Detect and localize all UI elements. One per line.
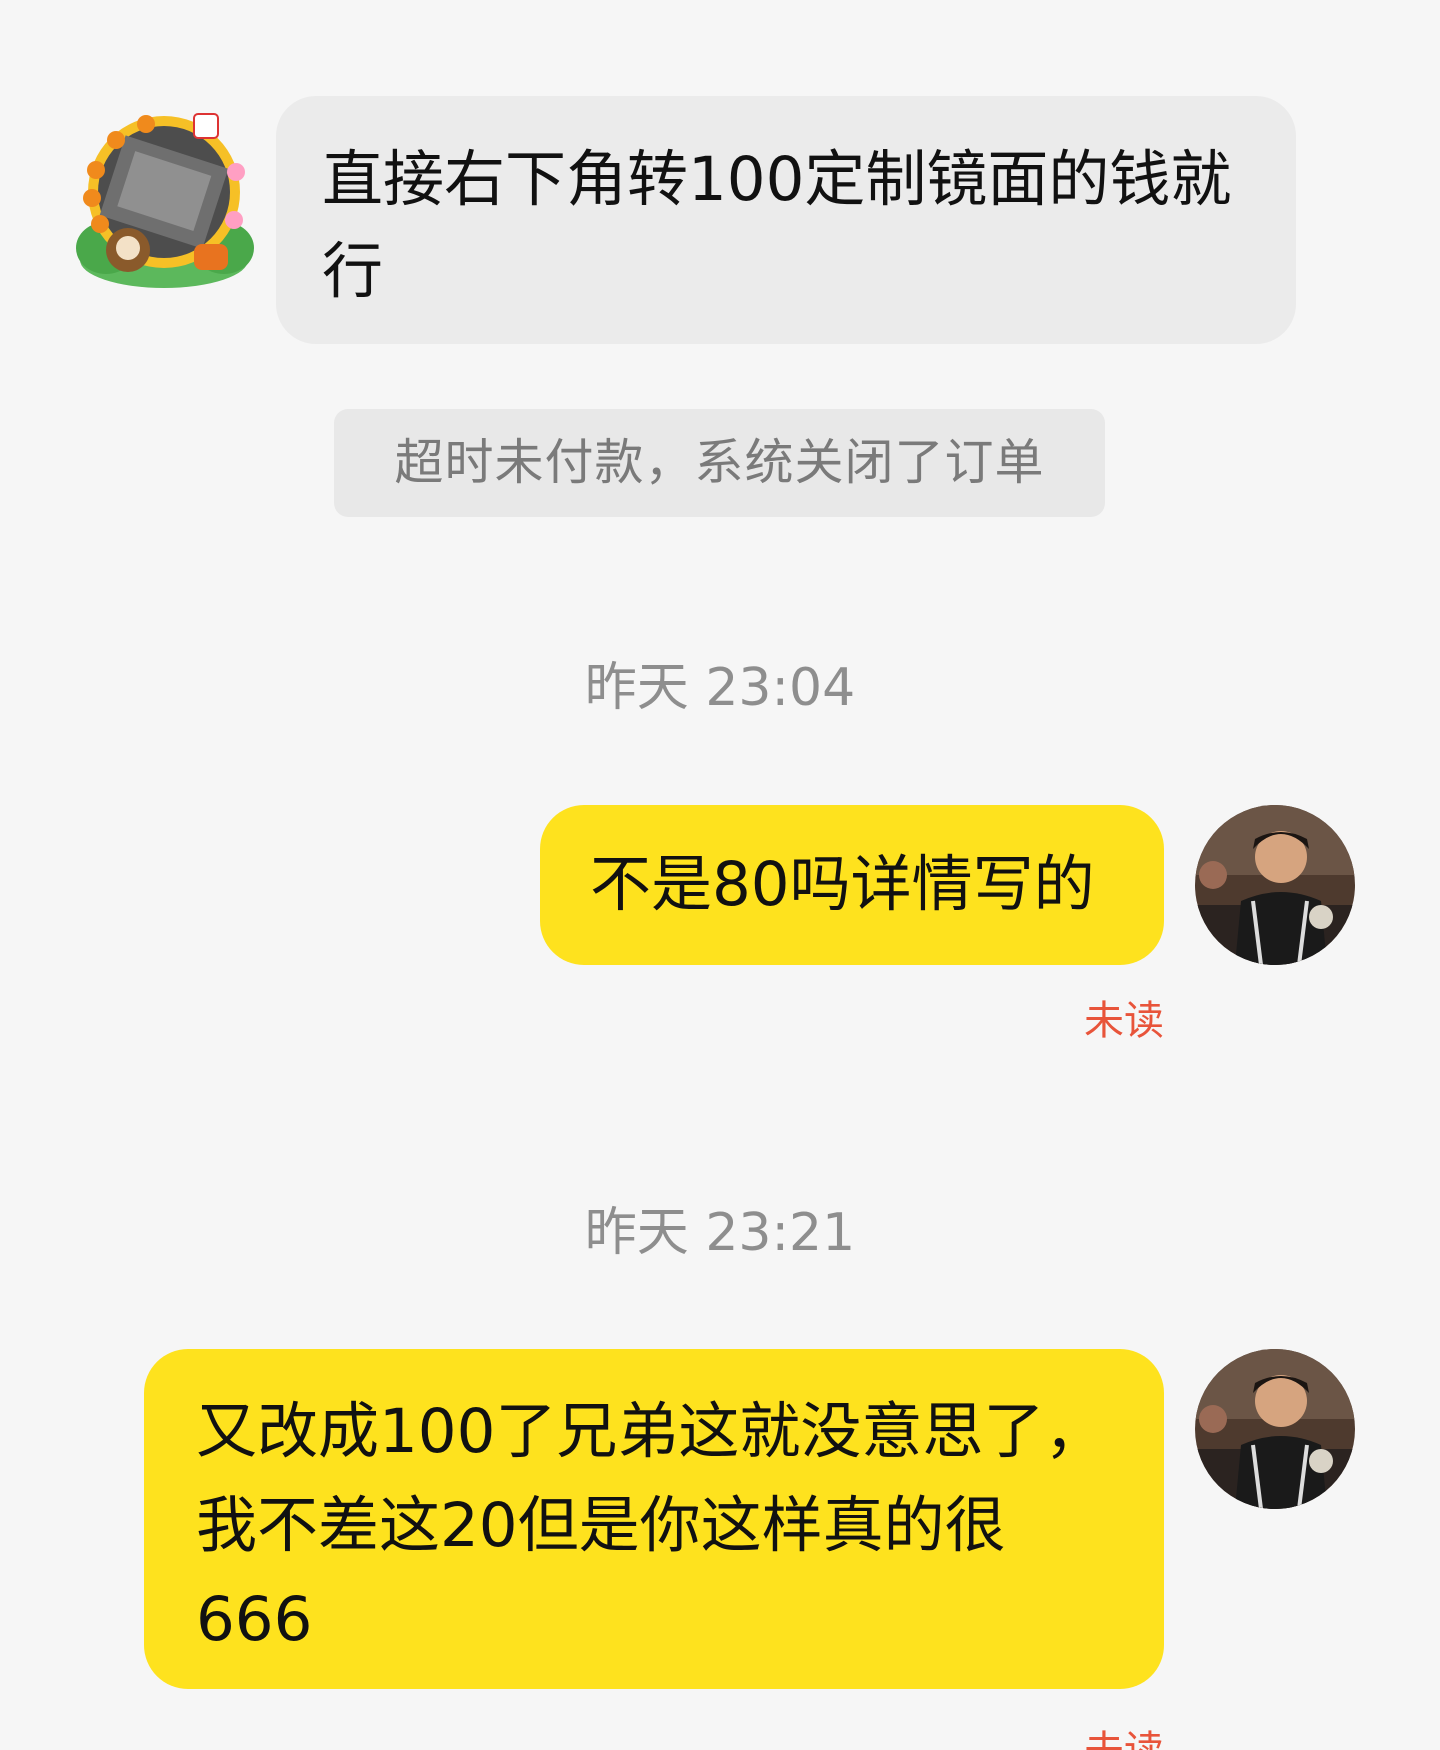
- chat-screen: 直接右下角转100定制镜面的钱就行 超时未付款，系统关闭了订单 昨天 23:04…: [0, 0, 1440, 1750]
- user-avatar-icon[interactable]: [1195, 805, 1355, 965]
- outgoing-message-bubble[interactable]: 不是80吗详情写的: [540, 805, 1164, 965]
- outgoing-message-bubble[interactable]: 又改成100了兄弟这就没意思了，我不差这20但是你这样真的很666: [144, 1349, 1164, 1689]
- timestamp: 昨天 23:21: [584, 1203, 856, 1263]
- outgoing-message-text: 不是80吗详情写的: [590, 849, 1095, 920]
- system-notice: 超时未付款，系统关闭了订单: [334, 409, 1105, 517]
- outgoing-message-text: 又改成100了兄弟这就没意思了，我不差这20但是你这样真的很666: [196, 1396, 1106, 1655]
- contact-avatar-icon[interactable]: [66, 110, 262, 290]
- incoming-message-bubble[interactable]: 直接右下角转100定制镜面的钱就行: [276, 96, 1296, 344]
- unread-status: 未读: [1084, 998, 1164, 1044]
- timestamp: 昨天 23:04: [584, 658, 856, 718]
- user-avatar-icon[interactable]: [1195, 1349, 1355, 1509]
- incoming-message-text: 直接右下角转100定制镜面的钱就行: [322, 144, 1232, 307]
- unread-status: 未读: [1084, 1718, 1164, 1750]
